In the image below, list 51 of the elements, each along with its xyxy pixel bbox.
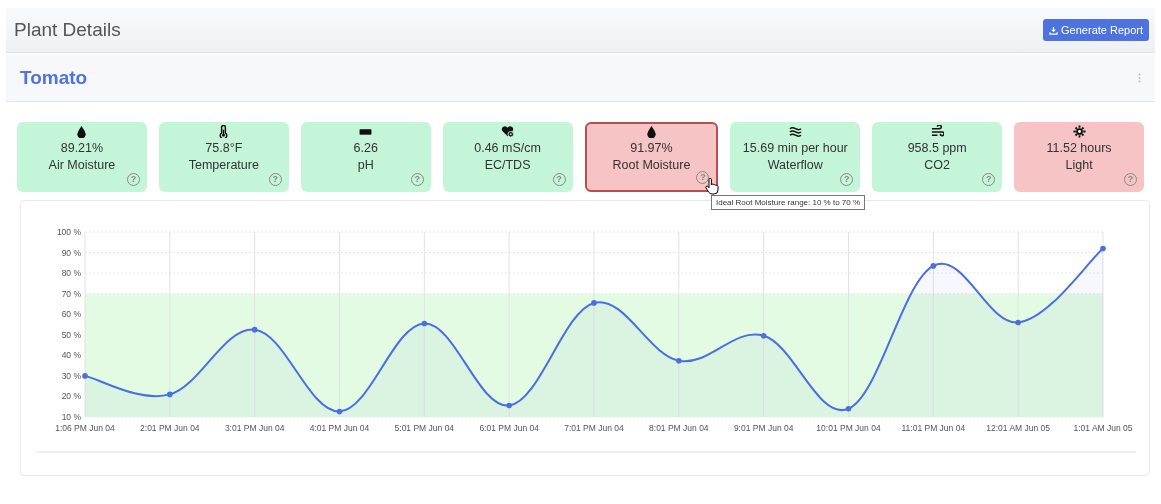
sensor-card[interactable]: 0.46 mS/cm EC/TDS ? bbox=[442, 122, 573, 192]
x-axis-label: 5:01 PM Jun 04 bbox=[394, 423, 455, 433]
sensor-label: Root Moisture bbox=[612, 158, 691, 172]
x-axis-label: 11:01 PM Jun 04 bbox=[901, 423, 966, 433]
sensor-card[interactable]: 15.69 min per hour Waterflow ? bbox=[730, 122, 861, 192]
y-axis-label: 90 % bbox=[61, 247, 81, 258]
sensor-card[interactable]: 91.97% Root Moisture ? bbox=[584, 122, 719, 192]
sensor-label: Light bbox=[1065, 158, 1093, 172]
sensor-label: CO2 bbox=[924, 158, 951, 172]
sensor-value: 11.52 hours bbox=[1046, 141, 1112, 155]
page-title: Plant Details bbox=[14, 19, 121, 41]
sensor-label: pH bbox=[357, 158, 374, 172]
y-axis-label: 30 % bbox=[61, 370, 81, 381]
generate-report-button[interactable]: Generate Report bbox=[1043, 19, 1149, 41]
x-axis-label: 2:01 PM Jun 04 bbox=[140, 423, 200, 433]
sensor-value: 0.46 mS/cm bbox=[474, 141, 541, 155]
sensor-card[interactable]: 6.26 pH ? bbox=[300, 122, 431, 192]
plant-name: Tomato bbox=[20, 67, 88, 89]
y-axis-label: 70 % bbox=[61, 288, 81, 299]
sensor-label: Temperature bbox=[188, 158, 259, 172]
x-axis-label: 7:01 PM Jun 04 bbox=[564, 423, 624, 433]
sensor-card[interactable]: 75.8°F Temperature ? bbox=[158, 122, 289, 192]
x-axis-label: 6:01 PM Jun 04 bbox=[479, 423, 539, 433]
x-axis-label: 1:06 PM Jun 04 bbox=[55, 423, 115, 433]
y-axis-label: 50 % bbox=[61, 329, 81, 340]
sensor-label: Waterflow bbox=[767, 158, 823, 172]
y-axis-label: 20 % bbox=[61, 391, 81, 402]
x-axis-label: 8:01 PM Jun 04 bbox=[649, 423, 709, 433]
y-axis-label: 60 % bbox=[61, 309, 81, 320]
x-axis-label: 9:01 PM Jun 04 bbox=[733, 423, 794, 433]
sensor-label: EC/TDS bbox=[484, 158, 531, 172]
sensor-value: 15.69 min per hour bbox=[742, 141, 848, 155]
x-axis-label: 1:01 AM Jun 05 bbox=[1073, 423, 1133, 433]
sensor-value: 75.8°F bbox=[205, 141, 243, 155]
y-axis-label: 100 % bbox=[56, 227, 81, 237]
sensor-value: 958.5 ppm bbox=[907, 141, 967, 155]
sensor-value: 6.26 bbox=[353, 141, 378, 155]
x-axis-label: 4:01 PM Jun 04 bbox=[309, 423, 370, 433]
x-axis-label: 12:01 AM Jun 05 bbox=[986, 423, 1051, 433]
x-axis-label: 10:01 PM Jun 04 bbox=[816, 423, 881, 433]
y-axis-label: 80 % bbox=[61, 268, 81, 279]
sensor-value: 91.97% bbox=[630, 141, 673, 155]
y-axis-label: 10 % bbox=[61, 412, 81, 422]
sensor-value: 89.21% bbox=[60, 141, 104, 155]
y-axis-label: 40 % bbox=[61, 350, 81, 361]
sensor-label: Air Moisture bbox=[48, 158, 116, 172]
sensor-card[interactable]: 89.21% Air Moisture ? bbox=[17, 122, 147, 192]
sensor-card[interactable]: 11.52 hours Light ? bbox=[1014, 122, 1144, 192]
tooltip: Ideal Root Moisture range: 10 % to 70 % bbox=[711, 195, 866, 210]
x-axis-label: 3:01 PM Jun 04 bbox=[224, 423, 285, 433]
sensor-card[interactable]: 958.5 ppm CO2 ? bbox=[872, 122, 1003, 192]
